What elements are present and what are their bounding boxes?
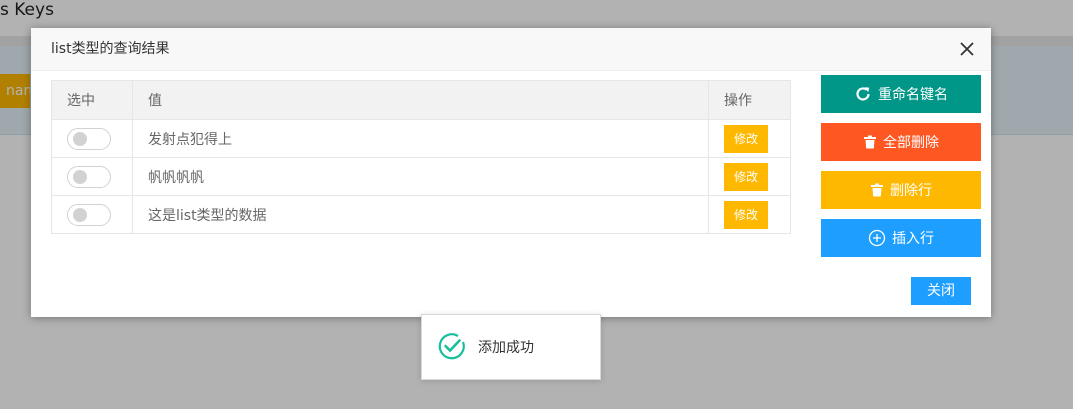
- select-cell: [51, 119, 133, 158]
- header-select: 选中: [51, 80, 133, 120]
- plus-circle-icon: [868, 229, 886, 247]
- delete-row-label: 删除行: [890, 183, 932, 199]
- select-toggle[interactable]: [67, 203, 111, 226]
- close-button[interactable]: 关闭: [911, 277, 971, 305]
- value-cell: 这是list类型的数据: [132, 195, 709, 234]
- toggle-knob: [73, 131, 87, 146]
- dialog-title: list类型的查询结果: [51, 41, 170, 57]
- select-cell: [51, 195, 133, 234]
- table-row: 发射点犯得上 修改: [51, 119, 791, 158]
- insert-row-button[interactable]: 插入行: [821, 219, 981, 257]
- select-toggle[interactable]: [67, 127, 111, 150]
- toast-message: 添加成功: [478, 340, 534, 356]
- toggle-knob: [73, 169, 87, 184]
- edit-button[interactable]: 修改: [724, 200, 768, 229]
- table-row: 这是list类型的数据 修改: [51, 195, 791, 234]
- action-cell: 修改: [708, 195, 791, 234]
- list-result-dialog: list类型的查询结果 选中 值 操作 发射点犯得上 修改 帆帆帆帆 修改 这是…: [31, 28, 991, 317]
- table-header-row: 选中 值 操作: [51, 80, 791, 120]
- insert-row-label: 插入行: [892, 231, 934, 247]
- action-cell: 修改: [708, 119, 791, 158]
- table-row: 帆帆帆帆 修改: [51, 157, 791, 196]
- rename-key-label: 重命名键名: [878, 87, 948, 103]
- header-action: 操作: [708, 80, 791, 120]
- value-cell: 发射点犯得上: [132, 119, 709, 158]
- refresh-icon: [854, 85, 872, 103]
- success-toast: 添加成功: [421, 314, 601, 380]
- edit-button[interactable]: 修改: [724, 124, 768, 153]
- action-cell: 修改: [708, 157, 791, 196]
- delete-all-button[interactable]: 全部删除: [821, 123, 981, 161]
- value-cell: 帆帆帆帆: [132, 157, 709, 196]
- header-value: 值: [132, 80, 709, 120]
- select-cell: [51, 157, 133, 196]
- check-circle-icon: [437, 331, 467, 361]
- trash-icon: [863, 135, 877, 149]
- delete-row-button[interactable]: 删除行: [821, 171, 981, 209]
- list-table: 选中 值 操作 发射点犯得上 修改 帆帆帆帆 修改 这是list类型的数据 修改: [51, 80, 791, 234]
- rename-key-button[interactable]: 重命名键名: [821, 75, 981, 113]
- toggle-knob: [73, 207, 87, 222]
- select-toggle[interactable]: [67, 165, 111, 188]
- dialog-header: list类型的查询结果: [31, 28, 991, 71]
- close-icon[interactable]: [957, 39, 977, 59]
- edit-button[interactable]: 修改: [724, 162, 768, 191]
- delete-all-label: 全部删除: [883, 135, 939, 151]
- trash-icon: [870, 183, 884, 197]
